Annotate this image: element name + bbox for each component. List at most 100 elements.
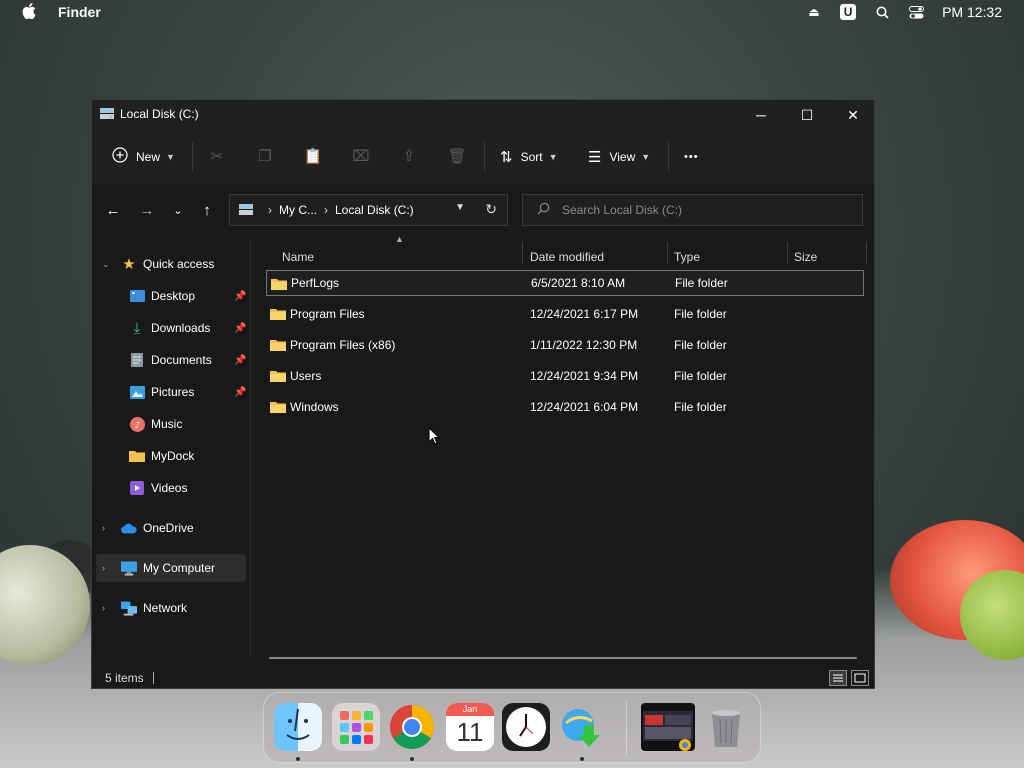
file-type: File folder bbox=[674, 369, 727, 383]
chevron-right-icon[interactable]: › bbox=[102, 603, 105, 613]
pin-icon[interactable]: 📌 bbox=[234, 291, 246, 302]
folder-icon bbox=[271, 279, 287, 290]
horizontal-scrollbar[interactable] bbox=[269, 657, 857, 659]
column-header-date-modified[interactable]: Date modified bbox=[530, 242, 604, 272]
share-icon[interactable]: ⇪ bbox=[400, 147, 418, 165]
copy-icon[interactable]: ❐ bbox=[256, 147, 274, 165]
file-name: Program Files (x86) bbox=[290, 338, 396, 352]
file-date: 12/24/2021 6:17 PM bbox=[530, 307, 639, 321]
network-icon bbox=[121, 600, 137, 616]
breadcrumb-my-computer[interactable]: My C... bbox=[279, 203, 317, 217]
column-divider[interactable] bbox=[667, 242, 668, 264]
details-view-button[interactable] bbox=[829, 670, 847, 686]
status-divider bbox=[153, 672, 154, 684]
sidebar-item-music[interactable]: ♪ Music bbox=[92, 410, 250, 438]
plus-circle-icon bbox=[112, 147, 128, 167]
minimized-window-thumbnail[interactable] bbox=[641, 703, 695, 751]
column-divider[interactable] bbox=[866, 242, 867, 264]
active-app-name[interactable]: Finder bbox=[58, 4, 101, 20]
pane-divider[interactable] bbox=[250, 238, 251, 658]
rename-icon[interactable]: ⌧ bbox=[352, 147, 370, 165]
view-list-icon: ☰ bbox=[588, 149, 602, 166]
chevron-down-icon[interactable]: ⌄ bbox=[102, 259, 110, 270]
table-row[interactable]: PerfLogs 6/5/2021 8:10 AM File folder bbox=[266, 270, 864, 296]
downloader-icon[interactable] bbox=[558, 703, 606, 751]
trash-icon[interactable] bbox=[702, 703, 750, 751]
calendar-icon[interactable]: Jan 11 bbox=[446, 703, 494, 751]
search-box[interactable]: Search Local Disk (C:) bbox=[522, 194, 863, 226]
apple-icon[interactable] bbox=[22, 3, 36, 23]
finder-icon[interactable] bbox=[274, 703, 322, 751]
pin-icon[interactable]: 📌 bbox=[234, 387, 246, 398]
tiles-view-button[interactable] bbox=[851, 670, 869, 686]
sidebar-item-mydock[interactable]: MyDock bbox=[92, 442, 250, 470]
music-icon: ♪ bbox=[129, 416, 145, 432]
file-name: Program Files bbox=[290, 307, 365, 321]
sidebar-item-videos[interactable]: Videos bbox=[92, 474, 250, 502]
delete-icon[interactable]: 🗑 bbox=[447, 147, 466, 165]
control-center-icon[interactable] bbox=[908, 4, 924, 20]
sidebar-item-label: Desktop bbox=[151, 289, 196, 303]
close-button[interactable]: ✕ bbox=[830, 100, 876, 130]
sidebar-item-label: Pictures bbox=[151, 385, 195, 399]
table-row[interactable]: Users 12/24/2021 9:34 PM File folder bbox=[266, 363, 864, 389]
computer-icon bbox=[121, 560, 137, 576]
chevron-right-icon[interactable]: › bbox=[102, 563, 105, 573]
file-date: 12/24/2021 6:04 PM bbox=[530, 400, 639, 414]
sidebar-item-onedrive[interactable]: › OneDrive bbox=[92, 514, 250, 542]
forward-arrow-icon[interactable]: → bbox=[137, 200, 157, 220]
sort-button[interactable]: ⇅ Sort ▼ bbox=[500, 143, 558, 171]
sidebar-item-label: OneDrive bbox=[143, 521, 194, 535]
column-header-type[interactable]: Type bbox=[674, 242, 700, 272]
minimize-button[interactable]: ─ bbox=[738, 100, 784, 130]
table-row[interactable]: Program Files 12/24/2021 6:17 PM File fo… bbox=[266, 301, 864, 327]
menu-bar: Finder ⏏ U PM 12:32 bbox=[0, 0, 1024, 24]
paste-icon[interactable]: 📋 bbox=[304, 147, 323, 165]
sidebar-item-downloads[interactable]: ⤓ Downloads 📌 bbox=[92, 314, 250, 342]
cut-icon[interactable]: ✂ bbox=[208, 147, 226, 165]
chevron-right-icon[interactable]: › bbox=[102, 523, 105, 533]
column-divider[interactable] bbox=[522, 242, 523, 264]
toolbar-divider bbox=[192, 142, 193, 172]
eject-icon[interactable]: ⏏ bbox=[806, 4, 822, 20]
sidebar-item-pictures[interactable]: Pictures 📌 bbox=[92, 378, 250, 406]
sidebar-item-network[interactable]: › Network bbox=[92, 594, 250, 622]
cloud-icon bbox=[121, 520, 137, 536]
sidebar-item-desktop[interactable]: Desktop 📌 bbox=[92, 282, 250, 310]
sidebar-item-label: MyDock bbox=[151, 449, 195, 463]
refresh-icon[interactable]: ↻ bbox=[485, 201, 497, 218]
menu-bar-clock[interactable]: PM 12:32 bbox=[942, 4, 1002, 20]
address-dropdown-icon[interactable]: ▼ bbox=[455, 202, 465, 213]
u-badge-icon[interactable]: U bbox=[840, 4, 857, 20]
pin-icon[interactable]: 📌 bbox=[234, 323, 246, 334]
clock-icon[interactable] bbox=[502, 703, 550, 751]
launchpad-icon[interactable] bbox=[332, 703, 380, 751]
recent-locations-chevron-icon[interactable]: ⌄ bbox=[168, 200, 188, 220]
column-divider[interactable] bbox=[787, 242, 788, 264]
column-header-size[interactable]: Size bbox=[794, 242, 817, 272]
address-bar[interactable]: › My C... › Local Disk (C:) ▼ ↻ bbox=[229, 194, 508, 226]
sidebar-item-quick-access[interactable]: ⌄ ★ Quick access bbox=[92, 250, 250, 278]
view-button[interactable]: ☰ View ▼ bbox=[588, 143, 650, 171]
back-arrow-icon[interactable]: ← bbox=[103, 200, 123, 220]
breadcrumb-local-disk[interactable]: Local Disk (C:) bbox=[335, 203, 414, 217]
command-bar: New ▼ ✂ ❐ 📋 ⌧ ⇪ 🗑 ⇅ Sort ▼ ☰ View ▼ ••• bbox=[92, 130, 874, 185]
table-row[interactable]: Program Files (x86) 1/11/2022 12:30 PM F… bbox=[266, 332, 864, 358]
sidebar-item-my-computer[interactable]: › My Computer bbox=[96, 554, 246, 582]
maximize-button[interactable]: ☐ bbox=[784, 100, 830, 130]
more-options-button[interactable]: ••• bbox=[684, 143, 699, 171]
title-bar[interactable]: Local Disk (C:) ─ ☐ ✕ bbox=[92, 100, 874, 130]
sidebar-item-documents[interactable]: Documents 📌 bbox=[92, 346, 250, 374]
dock: Jan 11 bbox=[263, 692, 761, 763]
table-row[interactable]: Windows 12/24/2021 6:04 PM File folder bbox=[266, 394, 864, 420]
up-arrow-icon[interactable]: ↑ bbox=[197, 200, 217, 220]
sidebar-item-label: Music bbox=[151, 417, 183, 431]
file-type: File folder bbox=[674, 338, 727, 352]
running-indicator bbox=[296, 757, 300, 761]
new-button[interactable]: New ▼ bbox=[112, 143, 175, 171]
column-header-name[interactable]: Name bbox=[282, 242, 314, 272]
chevron-down-icon: ▼ bbox=[166, 152, 175, 162]
chrome-icon[interactable] bbox=[388, 703, 436, 751]
pin-icon[interactable]: 📌 bbox=[234, 355, 246, 366]
search-icon[interactable] bbox=[874, 4, 890, 20]
